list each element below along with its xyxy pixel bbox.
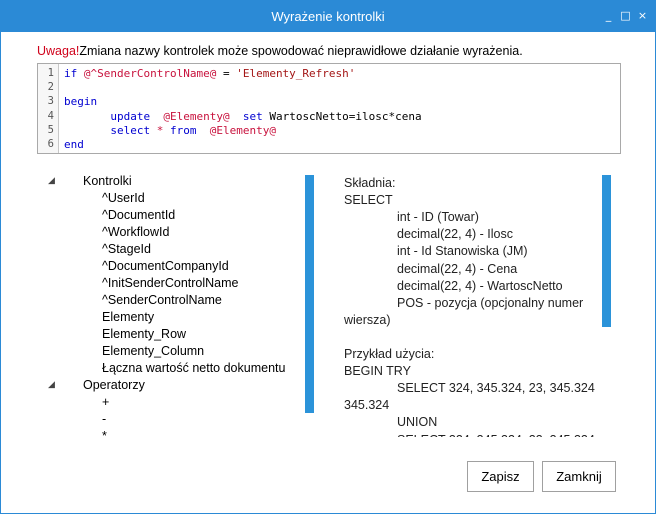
help-line: Przykład użycia: — [344, 347, 435, 361]
code-line: select * from @Elementy@ — [64, 124, 276, 137]
help-line: wiersza) — [344, 312, 391, 327]
code-token: end — [64, 138, 84, 151]
help-line: POS - pozycja (opcjonalny numer — [397, 295, 584, 310]
code-token: WartoscNetto=ilosc*cena — [262, 109, 422, 123]
tree-item[interactable]: ^DocumentId — [102, 207, 175, 224]
help-scrollbar[interactable] — [602, 175, 611, 327]
warning-message: Uwaga!Zmiana nazwy kontrolek może spowod… — [37, 44, 523, 58]
line-number: 6 — [47, 138, 54, 150]
minimize-icon[interactable]: _ — [602, 8, 615, 23]
help-line: decimal(22, 4) - Ilosc — [397, 227, 514, 242]
close-icon[interactable]: × — [636, 8, 649, 23]
code-token: set — [242, 109, 263, 123]
tree-group-label: Operatorzy — [83, 378, 145, 392]
save-button[interactable]: Zapisz — [467, 461, 534, 492]
code-token: select — [64, 123, 157, 137]
help-line: int - Id Stanowiska (JM) — [397, 244, 528, 259]
code-token: from — [163, 123, 204, 137]
tree-item[interactable]: ^UserId — [102, 190, 145, 207]
tree-item[interactable]: Łączna wartość netto dokumentu — [102, 360, 285, 377]
help-line: SELECT — [344, 193, 393, 208]
warning-prefix: Uwaga! — [37, 44, 80, 58]
line-number: 3 — [47, 95, 54, 108]
help-line: SELECT 324, 345.324, 23, 345.324, — [397, 432, 596, 438]
tree-item[interactable]: - — [102, 411, 106, 428]
expression-editor[interactable]: 1 2345 6 if @^SenderControlName@ = 'Elemen… — [37, 63, 621, 154]
tree-item[interactable]: + — [102, 394, 109, 411]
tree-group[interactable]: ◢ Operatorzy — [45, 377, 295, 394]
help-line: 345.324 — [344, 398, 390, 413]
code-line: update @Elementy@ set WartoscNetto=ilosc… — [64, 109, 422, 123]
line-number: 4 — [47, 109, 54, 122]
controls-tree: ◢ Kontrolki ^UserId ^DocumentId ^WorkflowId ^… — [45, 173, 295, 438]
code-token: update — [64, 109, 157, 123]
warning-text: Zmiana nazwy kontrolek może spowodować n… — [79, 44, 523, 58]
code-line: end — [64, 138, 84, 151]
code-token: begin — [64, 95, 98, 109]
tree-scrollbar[interactable] — [305, 175, 314, 413]
expand-arrow-icon[interactable]: ◢ — [48, 377, 55, 394]
tree-group-label: Kontrolki — [83, 174, 132, 188]
code-token: if — [64, 67, 84, 80]
line-number: 1 — [47, 67, 54, 79]
dialog-window: Wyrażenie kontrolki _ □ × Uwaga!Zmiana n… — [0, 0, 656, 514]
code-token: = — [216, 67, 237, 80]
code-line: begin — [64, 95, 97, 108]
code-token: @Elementy@ — [156, 109, 230, 123]
line-number: 2 — [47, 81, 54, 94]
tree-group[interactable]: ◢ Kontrolki — [45, 173, 295, 190]
tree-item[interactable]: Elementy_Row — [102, 326, 186, 343]
window-controls: _ □ × — [602, 8, 649, 23]
tree-item[interactable]: ^InitSenderControlName — [102, 275, 239, 292]
title-bar[interactable]: Wyrażenie kontrolki _ □ × — [1, 1, 655, 32]
code-line: if @^SenderControlName@ = 'Elementy_Refr… — [64, 67, 355, 80]
tree-item[interactable]: Elementy_Column — [102, 343, 204, 360]
close-button[interactable]: Zamknij — [542, 461, 616, 492]
help-line: Składnia: — [344, 176, 396, 190]
help-line: decimal(22, 4) - Cena — [397, 261, 518, 276]
tree-item[interactable]: ^WorkflowId — [102, 224, 169, 241]
tree-item[interactable]: ^SenderControlName — [102, 292, 222, 309]
line-number: 5 — [47, 123, 54, 136]
help-line: UNION — [397, 415, 438, 430]
code-token: 'Elementy_Refresh' — [236, 67, 356, 80]
expand-arrow-icon[interactable]: ◢ — [48, 173, 55, 190]
help-line: SELECT 324, 345.324, 23, 345.324, — [397, 381, 596, 396]
line-number-gutter: 1 2345 6 — [38, 64, 59, 153]
code-token: @Elementy@ — [203, 123, 276, 137]
tree-item[interactable]: * — [102, 428, 107, 438]
help-line: int - ID (Towar) — [397, 210, 479, 225]
tree-item[interactable]: Elementy — [102, 309, 154, 326]
syntax-help-panel: Składnia: SELECT int - ID (Towar) decimal(2… — [344, 175, 596, 437]
window-title: Wyrażenie kontrolki — [271, 9, 385, 24]
code-token: @^SenderControlName@ — [83, 67, 217, 80]
help-line: decimal(22, 4) - WartoscNetto — [397, 278, 563, 293]
maximize-icon[interactable]: □ — [619, 8, 632, 23]
tree-item[interactable]: ^DocumentCompanyId — [102, 258, 229, 275]
help-line: BEGIN TRY — [344, 364, 411, 379]
tree-item[interactable]: ^StageId — [102, 241, 151, 258]
